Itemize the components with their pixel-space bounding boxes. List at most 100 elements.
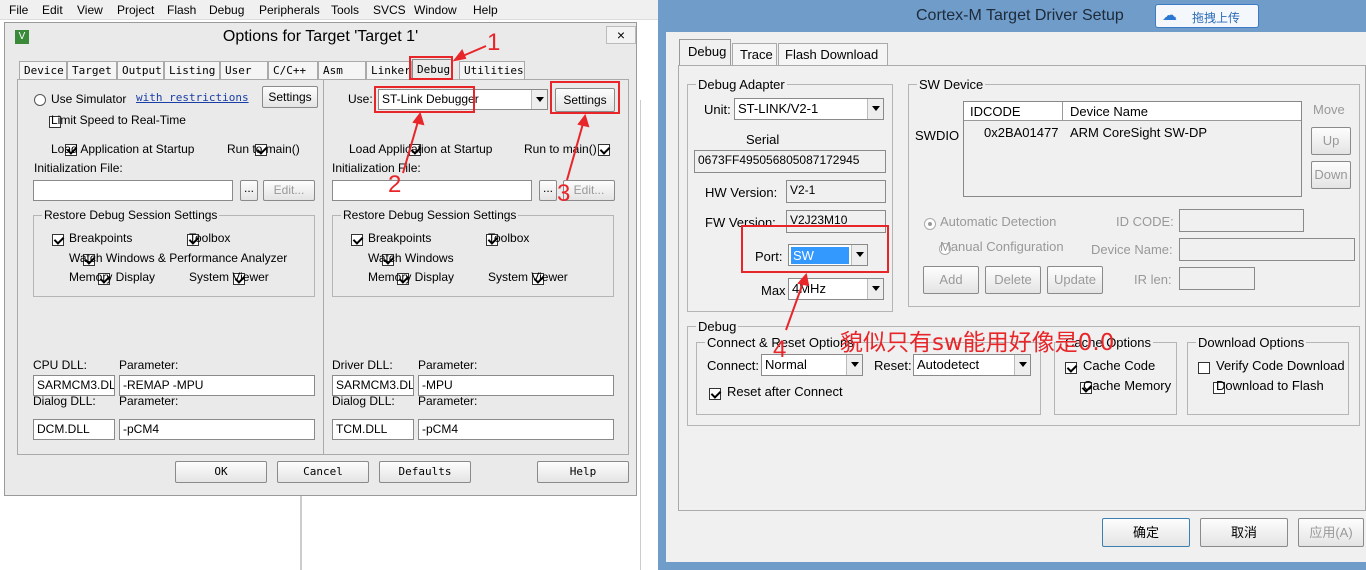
- menu-svcs[interactable]: SVCS: [373, 3, 406, 17]
- right-breakpoints-checkbox[interactable]: [351, 233, 363, 246]
- chevron-down-icon: [531, 90, 547, 109]
- col-idcode: IDCODE: [970, 104, 1021, 119]
- right-browse-button[interactable]: ...: [539, 180, 557, 201]
- menu-view[interactable]: View: [77, 3, 103, 17]
- up-button[interactable]: Up: [1311, 127, 1351, 155]
- cache-code-checkbox[interactable]: [1065, 361, 1077, 374]
- left-dialog-parameter-label: Parameter:: [119, 394, 179, 408]
- tab-cortex-trace[interactable]: Trace: [732, 43, 777, 65]
- reset-value: Autodetect: [917, 357, 980, 372]
- tab-user[interactable]: User: [220, 61, 268, 79]
- left-edit-button[interactable]: Edit...: [263, 180, 315, 201]
- left-run-main-label: Run to main(): [227, 142, 300, 156]
- highlight-debugger-select: [374, 86, 475, 113]
- right-dialog-dll-label: Dialog DLL:: [332, 394, 395, 408]
- left-init-file-input[interactable]: [33, 180, 233, 201]
- adapter-group: Debug Adapter Unit: ST-LINK/V2-1 Serial …: [687, 77, 893, 312]
- right-driver-dll-input[interactable]: SARMCM3.DLL: [332, 375, 414, 396]
- left-browse-button[interactable]: ...: [240, 180, 258, 201]
- defaults-button[interactable]: Defaults: [379, 461, 471, 483]
- tab-cortex-debug[interactable]: Debug: [679, 39, 731, 65]
- swdio-label: SWDIO: [915, 128, 960, 143]
- update-button[interactable]: Update: [1047, 266, 1103, 294]
- hw-version-label: HW Version:: [705, 185, 778, 200]
- cancel-button[interactable]: Cancel: [277, 461, 369, 483]
- cloud-icon: ☁: [1162, 7, 1177, 24]
- with-restrictions-link[interactable]: with restrictions: [136, 91, 249, 104]
- cortex-title: Cortex-M Target Driver Setup: [916, 7, 1124, 24]
- close-button[interactable]: ×: [606, 26, 636, 44]
- ok-button[interactable]: OK: [175, 461, 267, 483]
- add-button[interactable]: Add: [923, 266, 979, 294]
- apply-button[interactable]: 应用(A): [1298, 518, 1364, 547]
- left-sysviewer-label: System Viewer: [189, 270, 269, 284]
- left-load-app-label: Load Application at Startup: [51, 142, 195, 156]
- tab-cortex-flash-download[interactable]: Flash Download: [778, 43, 888, 65]
- right-run-main-label: Run to main(): [524, 142, 597, 156]
- menu-debug[interactable]: Debug: [209, 3, 244, 17]
- ir-len-input[interactable]: [1179, 267, 1255, 290]
- menu-tools[interactable]: Tools: [331, 3, 359, 17]
- tab-device[interactable]: Device: [19, 61, 67, 79]
- reset-after-connect-checkbox[interactable]: [709, 387, 721, 400]
- menu-flash[interactable]: Flash: [167, 3, 196, 17]
- right-edit-button[interactable]: Edit...: [563, 180, 615, 201]
- use-simulator-radio[interactable]: [34, 93, 46, 106]
- down-button[interactable]: Down: [1311, 161, 1351, 189]
- menu-window[interactable]: Window: [414, 3, 457, 17]
- left-dialog-dll-label: Dialog DLL:: [33, 394, 96, 408]
- left-cpu-dll-input[interactable]: SARMCM3.DLL: [33, 375, 115, 396]
- left-cpu-param-input[interactable]: -REMAP -MPU: [119, 375, 315, 396]
- left-dialog-param-input[interactable]: -pCM4: [119, 419, 315, 440]
- verify-download-checkbox[interactable]: [1198, 361, 1210, 374]
- device-name-input[interactable]: [1179, 238, 1355, 261]
- right-restore-group: Restore Debug Session Settings Breakpoin…: [332, 208, 614, 297]
- tab-asm[interactable]: Asm: [318, 61, 366, 79]
- help-button[interactable]: Help: [537, 461, 629, 483]
- menu-peripherals[interactable]: Peripherals: [259, 3, 320, 17]
- tab-target[interactable]: Target: [67, 61, 117, 79]
- left-settings-button[interactable]: Settings: [262, 86, 318, 108]
- menu-project[interactable]: Project: [117, 3, 154, 17]
- editor-divider-2: [640, 100, 641, 570]
- limit-speed-label: Limit Speed to Real-Time: [51, 113, 186, 127]
- tab-linker[interactable]: Linker: [366, 61, 412, 79]
- left-dialog-dll-input[interactable]: DCM.DLL: [33, 419, 115, 440]
- panel-divider: [323, 80, 324, 454]
- max-clock-value: 4MHz: [792, 281, 826, 296]
- delete-button[interactable]: Delete: [985, 266, 1041, 294]
- use-simulator-label: Use Simulator: [51, 92, 127, 106]
- tab-utilities[interactable]: Utilities: [459, 61, 525, 79]
- menu-help[interactable]: Help: [473, 3, 498, 17]
- tab-listing[interactable]: Listing: [164, 61, 220, 79]
- reset-select[interactable]: Autodetect: [913, 354, 1031, 376]
- left-breakpoints-checkbox[interactable]: [52, 233, 64, 246]
- serial-field: 0673FF495056805087172945: [694, 150, 886, 173]
- hw-version-field: V2-1: [786, 180, 886, 203]
- cortex-cancel-button[interactable]: 取消: [1200, 518, 1288, 547]
- upload-button[interactable]: ☁ 拖拽上传: [1155, 4, 1259, 28]
- row-idcode[interactable]: 0x2BA01477: [984, 125, 1058, 140]
- chevron-down-icon: [867, 279, 883, 299]
- right-dialog-param-input[interactable]: -pCM4: [418, 419, 614, 440]
- menu-edit[interactable]: Edit: [42, 3, 63, 17]
- tab-c-cpp[interactable]: C/C++: [268, 61, 318, 79]
- download-title: Download Options: [1196, 335, 1307, 350]
- max-clock-select[interactable]: 4MHz: [788, 278, 884, 300]
- menu-file[interactable]: File: [9, 3, 28, 17]
- right-driver-param-input[interactable]: -MPU: [418, 375, 614, 396]
- right-dialog-dll-input[interactable]: TCM.DLL: [332, 419, 414, 440]
- annotation-number-4: 4: [773, 336, 787, 363]
- right-run-main-checkbox[interactable]: [598, 143, 611, 156]
- right-memory-label: Memory Display: [368, 270, 455, 284]
- auto-detect-radio[interactable]: [924, 217, 936, 230]
- highlight-settings-button: [550, 81, 620, 114]
- id-code-input[interactable]: [1179, 209, 1304, 232]
- right-init-file-input[interactable]: [332, 180, 532, 201]
- row-device-name[interactable]: ARM CoreSight SW-DP: [1070, 125, 1207, 140]
- tab-output[interactable]: Output: [117, 61, 164, 79]
- left-parameter-label: Parameter:: [119, 358, 179, 372]
- unit-select[interactable]: ST-LINK/V2-1: [734, 98, 884, 120]
- confirm-button[interactable]: 确定: [1102, 518, 1190, 547]
- options-title: Options for Target 'Target 1': [222, 28, 419, 45]
